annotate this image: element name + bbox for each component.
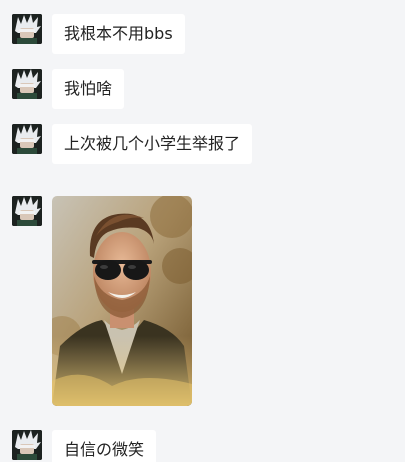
avatar[interactable] bbox=[12, 430, 42, 460]
message-bubble[interactable]: 自信の微笑 bbox=[52, 430, 157, 462]
avatar[interactable] bbox=[12, 69, 42, 99]
chat-message-list[interactable]: 我根本不用bbs 我怕啥 上次被几个小学生举报了 自信の微笑 bbox=[0, 0, 405, 462]
message-bubble[interactable]: 我怕啥 bbox=[52, 69, 125, 109]
anime-white-hair-avatar-icon bbox=[12, 14, 42, 44]
anime-white-hair-avatar-icon bbox=[12, 430, 42, 460]
avatar[interactable] bbox=[12, 196, 42, 226]
message-bubble[interactable]: 上次被几个小学生举报了 bbox=[52, 124, 253, 164]
image-message[interactable] bbox=[52, 196, 192, 406]
anime-white-hair-avatar-icon bbox=[12, 124, 42, 154]
anime-white-hair-avatar-icon bbox=[12, 69, 42, 99]
anime-white-hair-avatar-icon bbox=[12, 196, 42, 226]
avatar[interactable] bbox=[12, 124, 42, 154]
photo-smiling-man-sunglasses bbox=[52, 196, 192, 406]
message-bubble[interactable]: 我根本不用bbs bbox=[52, 14, 185, 54]
avatar[interactable] bbox=[12, 14, 42, 44]
